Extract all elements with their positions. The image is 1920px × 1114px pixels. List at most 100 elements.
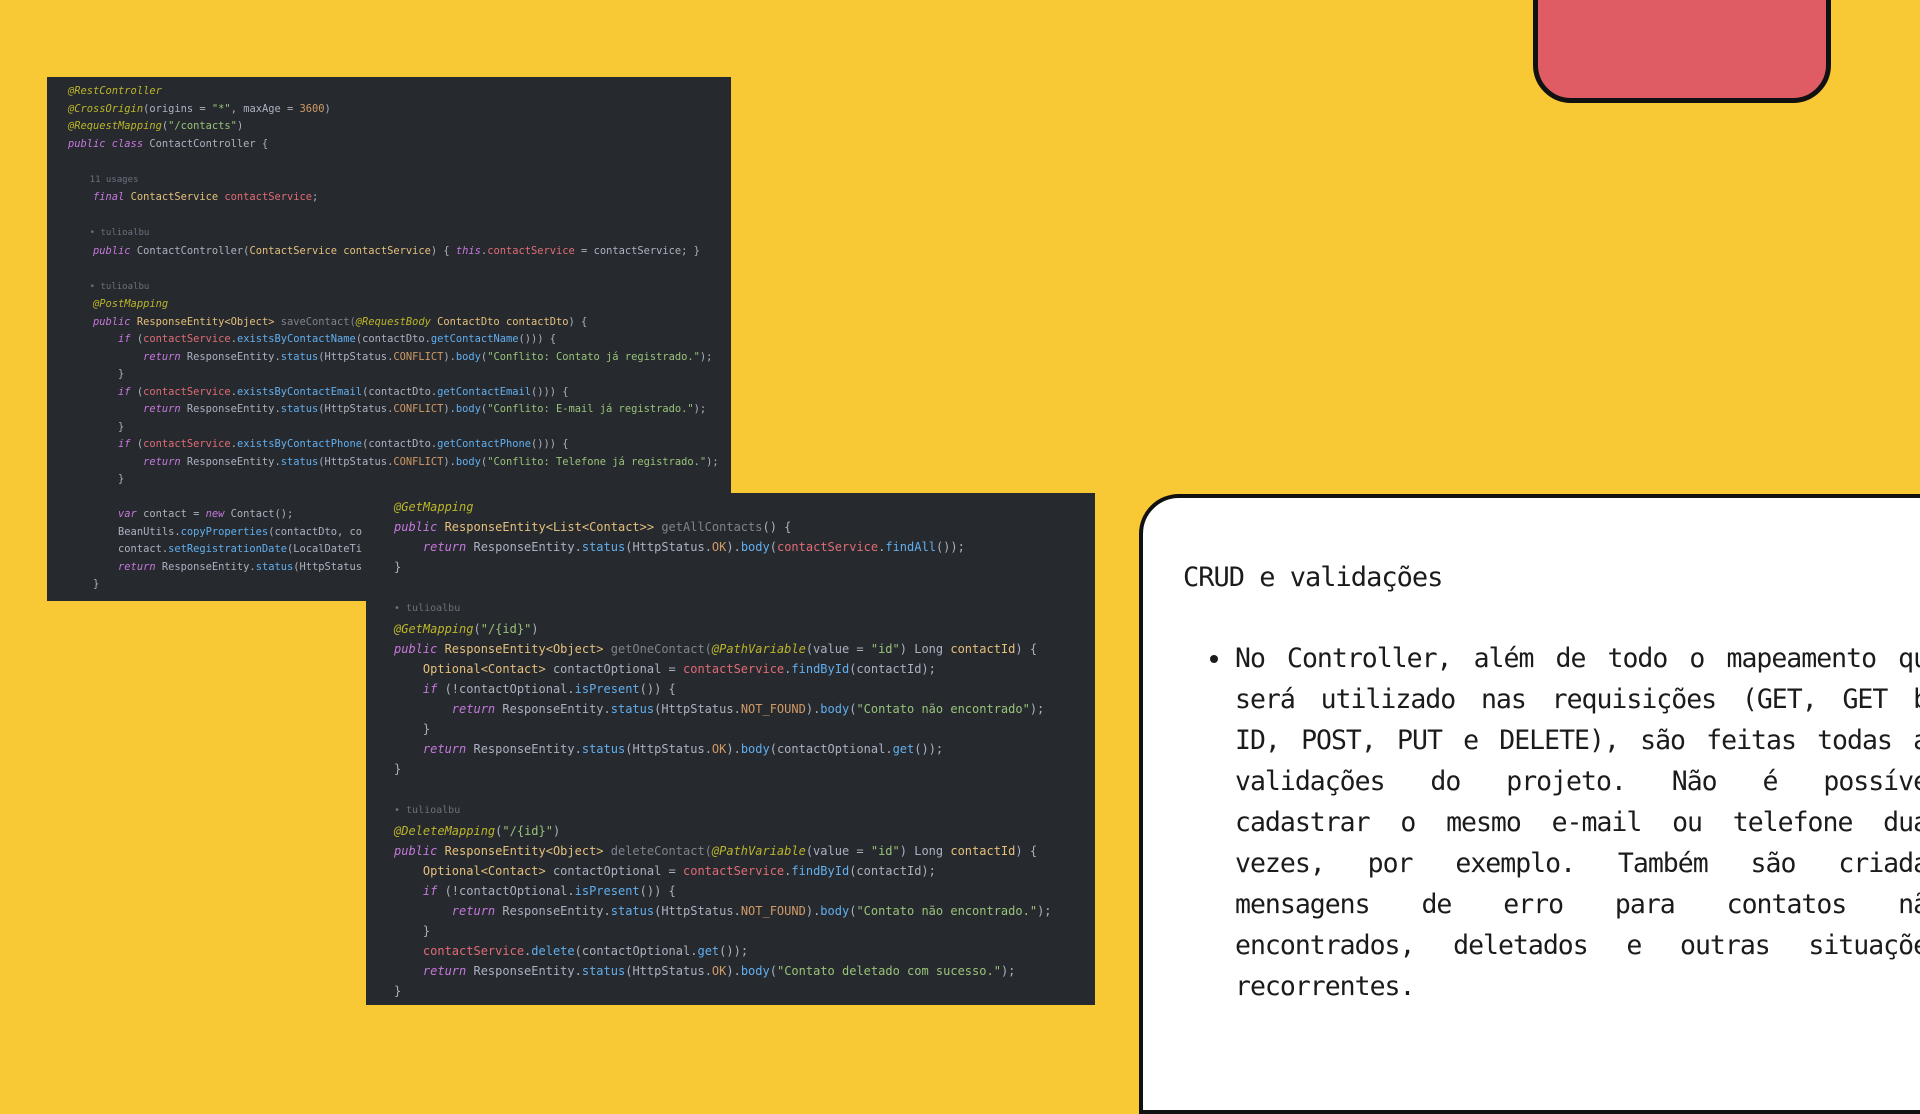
- code-token: contactOptional =: [552, 662, 683, 676]
- code-token: (!contactOptional.: [444, 682, 575, 696]
- code-token: contactService: [394, 944, 525, 958]
- code-token: public: [394, 520, 445, 534]
- code-token: Contact();: [230, 508, 294, 520]
- code-token: (HttpStatus: [293, 560, 363, 573]
- code-token: • tulioalbu: [394, 603, 461, 614]
- code-token: (contactOptional.: [769, 742, 893, 756]
- code-token: var: [68, 508, 144, 520]
- code-token: ).: [443, 403, 456, 415]
- code-token: public: [394, 844, 445, 858]
- code-token: return: [394, 742, 474, 756]
- code-token: contactId: [950, 844, 1016, 858]
- code-token: ResponseEntity.: [186, 350, 281, 363]
- code-token: getContactPhone: [437, 438, 531, 450]
- code-token: contactId: [950, 642, 1016, 656]
- code-token: "id": [870, 642, 900, 656]
- code-line: }: [47, 419, 731, 437]
- code-token: ResponseEntity<Object>: [444, 844, 611, 858]
- code-token: @PostMapping: [68, 298, 169, 310]
- code-token: if: [68, 385, 137, 398]
- code-token: "Contato não encontrado": [856, 702, 1030, 716]
- code-token: contactService: [683, 662, 785, 676]
- code-token: status: [280, 403, 319, 415]
- code-token: ContactDto: [437, 315, 506, 328]
- code-line: Optional<Contact> contactOptional = cont…: [366, 659, 1095, 679]
- code-token: (value =: [805, 844, 871, 858]
- code-token: body: [740, 742, 770, 756]
- code-token: (contactOptional.: [574, 944, 698, 958]
- code-token: if: [68, 333, 137, 345]
- code-token: contactService: [143, 333, 231, 345]
- code-token: if: [394, 884, 445, 898]
- code-token: 3600: [299, 102, 325, 115]
- code-token: public: [68, 315, 137, 328]
- code-token: ResponseEntity<Object>: [444, 642, 611, 656]
- code-token: () {: [762, 520, 792, 534]
- code-line: @RestController: [47, 83, 731, 101]
- code-token: }: [394, 722, 431, 736]
- code-token: ResponseEntity<Object>: [136, 315, 281, 328]
- code-line: return ResponseEntity.status(HttpStatus.…: [47, 401, 731, 419]
- code-token: ());: [719, 944, 749, 958]
- code-line: @PostMapping: [47, 296, 731, 314]
- code-token: ResponseEntity.: [186, 403, 281, 415]
- code-token: 11 usages: [68, 174, 139, 185]
- code-token: ) {: [1015, 642, 1038, 656]
- code-token: ).: [443, 350, 456, 363]
- code-line: return ResponseEntity.status(HttpStatus.…: [366, 537, 1095, 557]
- code-token: (contactId);: [849, 864, 936, 878]
- code-token: ): [531, 622, 539, 636]
- code-token: ResponseEntity.: [186, 455, 281, 468]
- code-token: contactService: [343, 244, 431, 257]
- code-token: contactDto: [505, 315, 569, 328]
- code-token: return: [68, 403, 187, 415]
- code-token: = contactService; }: [574, 244, 700, 257]
- code-token: (value =: [805, 642, 871, 656]
- code-token: status: [581, 742, 626, 756]
- card-title: CRUD e validações: [1183, 562, 1443, 593]
- code-line: @DeleteMapping("/{id}"): [366, 821, 1095, 841]
- code-token: if: [68, 438, 137, 450]
- code-token: public class: [68, 137, 150, 150]
- code-line: final ContactService contactService;: [47, 189, 731, 207]
- code-line: }: [47, 366, 731, 384]
- code-token: @RequestMapping: [68, 120, 162, 132]
- code-token: return: [394, 702, 503, 716]
- code-token: body: [740, 964, 770, 978]
- code-token: (HttpStatus.: [625, 964, 712, 978]
- code-line: return ResponseEntity.status(HttpStatus.…: [366, 901, 1095, 921]
- code-line: Optional<Contact> contactOptional = cont…: [366, 861, 1095, 881]
- code-token: ContactController(: [136, 244, 250, 257]
- code-token: CONFLICT: [393, 455, 444, 468]
- code-token: "Conflito: Telefone já registrado.": [487, 455, 707, 468]
- code-token: @DeleteMapping: [394, 824, 496, 838]
- code-token: "Conflito: Contato já registrado.": [487, 350, 700, 363]
- code-token: }: [68, 420, 125, 433]
- code-token: }: [394, 924, 431, 938]
- code-token: Optional<Contact>: [394, 662, 553, 676]
- code-token: "Contato deletado com sucesso.": [776, 964, 1001, 978]
- card-bullet: No Controller, além de todo o mapeamento…: [1233, 638, 1920, 1007]
- code-token: (: [769, 964, 777, 978]
- code-line: if (contactService.existsByContactName(c…: [47, 331, 731, 349]
- code-token: body: [820, 904, 850, 918]
- code-token: contactService: [683, 864, 785, 878]
- code-token: saveContact(: [280, 315, 356, 328]
- code-token: ;: [312, 191, 319, 203]
- code-token: ) {: [430, 244, 456, 257]
- code-token: }: [394, 560, 402, 574]
- code-line: @CrossOrigin(origins = "*", maxAge = 360…: [47, 101, 731, 119]
- code-token: @PathVariable: [711, 844, 806, 858]
- code-token: status: [255, 560, 294, 573]
- code-token: (LocalDateTi: [286, 543, 363, 555]
- code-token: status: [280, 455, 319, 468]
- code-token: OK: [711, 964, 727, 978]
- code-token: get: [697, 944, 720, 958]
- code-line: }: [366, 921, 1095, 941]
- code-token: getContactName: [430, 333, 519, 345]
- code-token: final: [68, 191, 131, 203]
- code-line: }: [366, 759, 1095, 779]
- code-token: );: [1000, 964, 1016, 978]
